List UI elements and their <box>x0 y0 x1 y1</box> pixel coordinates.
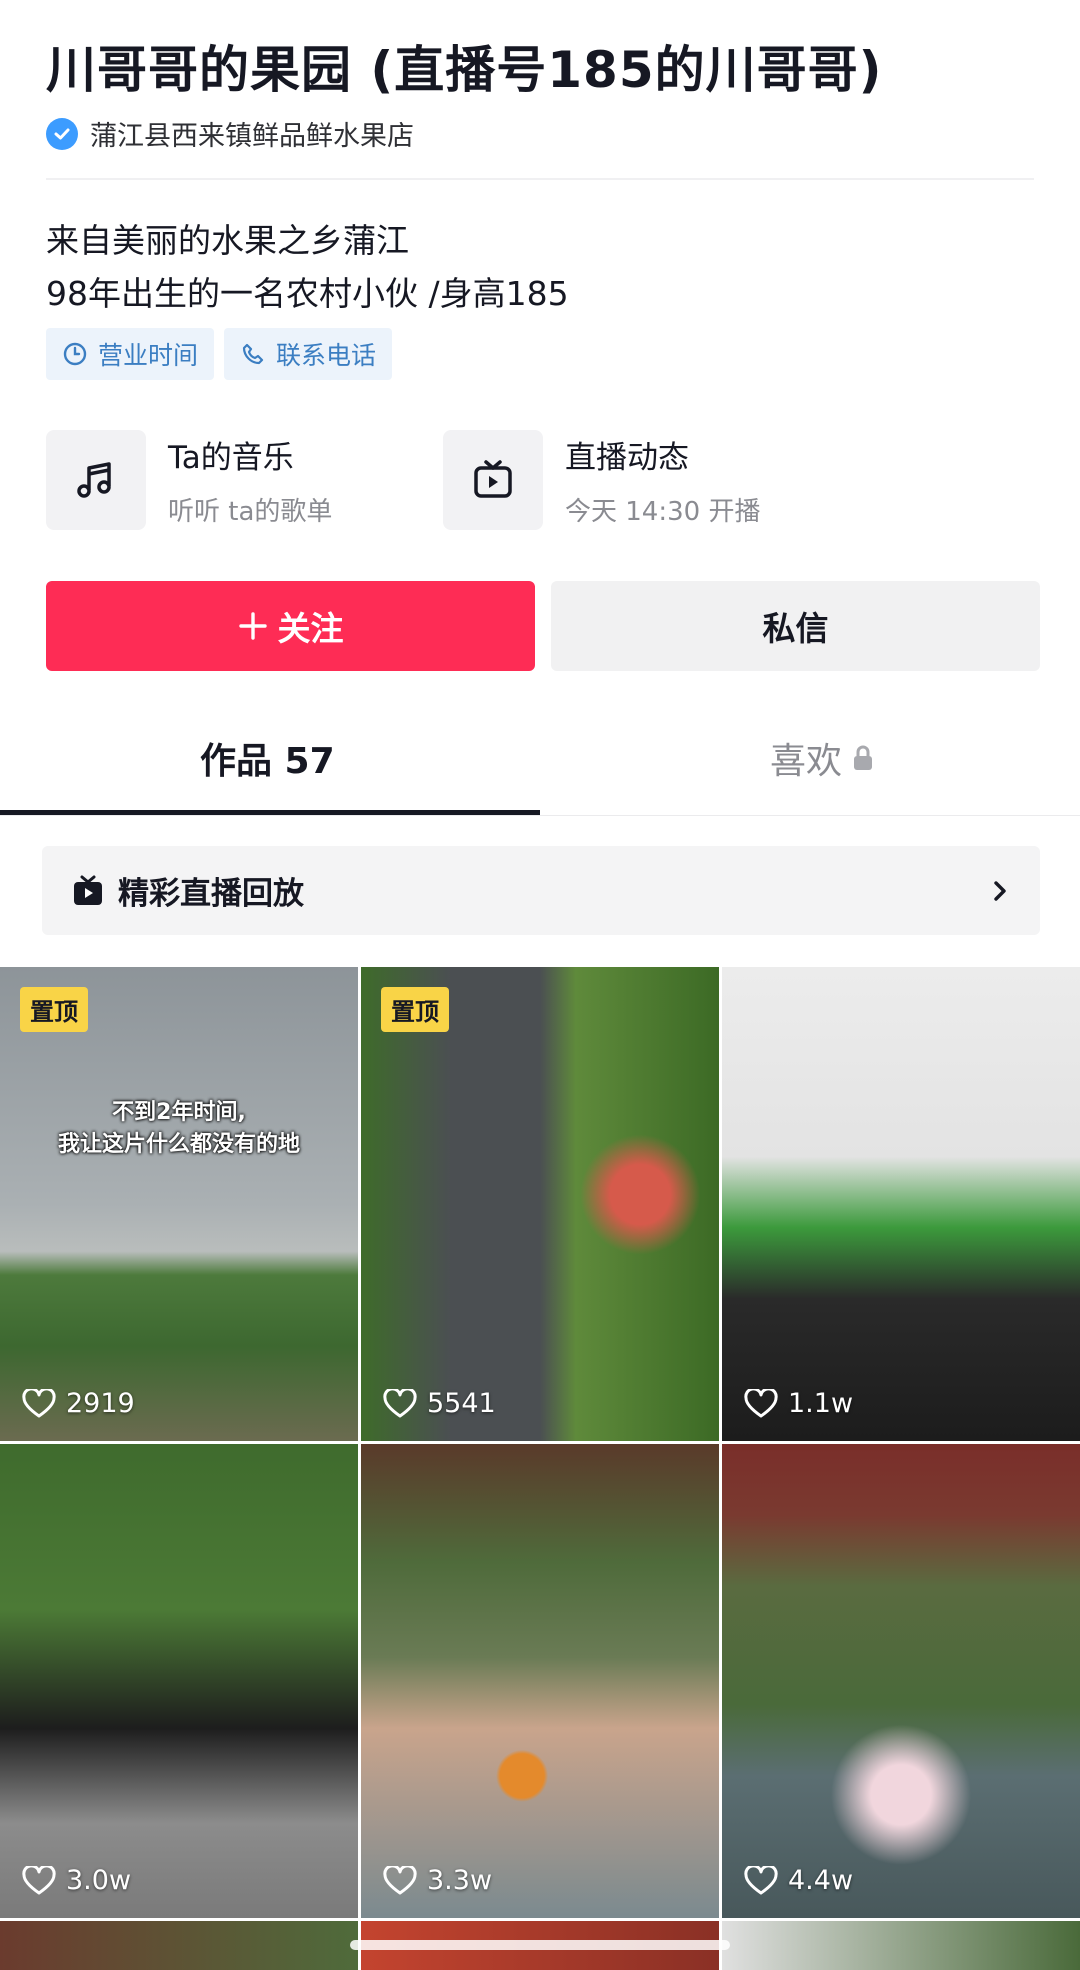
video-tile[interactable]: 1.1w <box>722 967 1080 1441</box>
verified-shop-label: 蒲江县西来镇鲜品鲜水果店 <box>90 121 414 152</box>
lock-icon <box>854 745 873 770</box>
message-button-label: 私信 <box>762 609 829 648</box>
music-card-title: Ta的音乐 <box>168 440 294 476</box>
live-card-subtitle: 今天 14:30 开播 <box>565 497 761 527</box>
tab-works[interactable]: 作品 57 <box>200 732 335 784</box>
heart-icon <box>383 1388 417 1417</box>
live-replay-label: 精彩直播回放 <box>118 876 304 912</box>
video-likes-count: 3.3w <box>427 1865 493 1896</box>
profile-name: 川哥哥的果园 (直播号185的川哥哥) <box>46 41 883 99</box>
video-thumbnail <box>0 967 358 1441</box>
video-caption-line: 不到2年时间, <box>112 1100 246 1125</box>
bio-line: 98年出生的一名农村小伙 /身高185 <box>46 274 569 313</box>
business-hours-chip[interactable]: 营业时间 <box>46 328 215 380</box>
video-likes: 2919 <box>22 1388 135 1419</box>
verified-shop[interactable]: 蒲江县西来镇鲜品鲜水果店 <box>46 114 414 153</box>
clock-icon <box>63 342 87 366</box>
home-indicator[interactable] <box>350 1940 730 1950</box>
video-tile[interactable]: 不到2年时间, 我让这片什么都没有的地 置顶 2919 <box>0 967 358 1441</box>
live-replay-banner[interactable]: 精彩直播回放 <box>42 846 1040 935</box>
video-tile[interactable] <box>0 1921 358 1970</box>
heart-icon <box>22 1388 56 1417</box>
video-likes: 3.3w <box>383 1865 492 1896</box>
follow-button-label: 关注 <box>277 609 344 648</box>
heart-icon <box>744 1388 778 1417</box>
video-likes: 5541 <box>383 1388 496 1419</box>
music-note-icon <box>46 430 146 530</box>
video-likes-count: 5541 <box>427 1388 496 1419</box>
tab-active-indicator <box>0 810 540 815</box>
music-card-subtitle: 听听 ta的歌单 <box>168 497 333 527</box>
pinned-badge: 置顶 <box>381 987 449 1032</box>
video-likes-count: 4.4w <box>788 1865 854 1896</box>
video-thumbnail <box>722 1444 1080 1918</box>
video-likes-count: 1.1w <box>788 1388 854 1419</box>
message-button[interactable]: 私信 <box>551 581 1040 671</box>
live-replay-icon <box>74 875 102 905</box>
video-thumbnail <box>0 1444 358 1918</box>
video-likes: 3.0w <box>22 1865 131 1896</box>
phone-icon <box>242 343 264 365</box>
video-thumbnail <box>0 1921 358 1970</box>
contact-phone-label: 联系电话 <box>276 341 377 370</box>
video-tile[interactable]: 置顶 5541 <box>361 967 719 1441</box>
tab-likes[interactable]: 喜欢 <box>770 732 874 784</box>
video-tile[interactable]: 3.0w <box>0 1444 358 1918</box>
bio-line: 来自美丽的水果之乡蒲江 <box>46 221 409 260</box>
info-chips: 营业时间 联系电话 <box>46 328 393 380</box>
video-thumbnail <box>361 1444 719 1918</box>
music-card[interactable]: Ta的音乐 听听 ta的歌单 <box>46 430 332 530</box>
live-tv-icon <box>443 430 543 530</box>
chevron-right-icon <box>994 880 1006 901</box>
bio: 来自美丽的水果之乡蒲江 98年出生的一名农村小伙 /身高185 <box>46 214 569 320</box>
follow-button[interactable]: 关注 <box>46 581 535 671</box>
video-tile[interactable]: 3.3w <box>361 1444 719 1918</box>
profile-tabs: 作品 57 喜欢 <box>0 722 1080 816</box>
live-card-title: 直播动态 <box>565 440 689 476</box>
live-card[interactable]: 直播动态 今天 14:30 开播 <box>443 430 760 530</box>
video-thumbnail <box>722 1921 1080 1970</box>
business-hours-label: 营业时间 <box>98 341 199 370</box>
video-thumbnail <box>361 967 719 1441</box>
plus-icon <box>238 612 267 640</box>
heart-icon <box>383 1865 417 1894</box>
pinned-badge: 置顶 <box>20 987 88 1032</box>
video-likes-count: 3.0w <box>66 1865 132 1896</box>
video-tile[interactable] <box>722 1921 1080 1970</box>
heart-icon <box>744 1865 778 1894</box>
tab-likes-label: 喜欢 <box>770 741 843 782</box>
contact-phone-chip[interactable]: 联系电话 <box>224 328 393 380</box>
verified-check-icon <box>46 117 78 150</box>
video-thumbnail <box>722 967 1080 1441</box>
video-caption: 不到2年时间, 我让这片什么都没有的地 <box>0 1097 358 1161</box>
video-tile[interactable]: 4.4w <box>722 1444 1080 1918</box>
divider <box>46 178 1034 180</box>
video-likes: 4.4w <box>744 1865 853 1896</box>
video-caption-line: 我让这片什么都没有的地 <box>57 1132 300 1157</box>
video-likes: 1.1w <box>744 1388 853 1419</box>
tab-works-label: 作品 57 <box>200 741 335 782</box>
video-likes-count: 2919 <box>66 1388 135 1419</box>
heart-icon <box>22 1865 56 1894</box>
